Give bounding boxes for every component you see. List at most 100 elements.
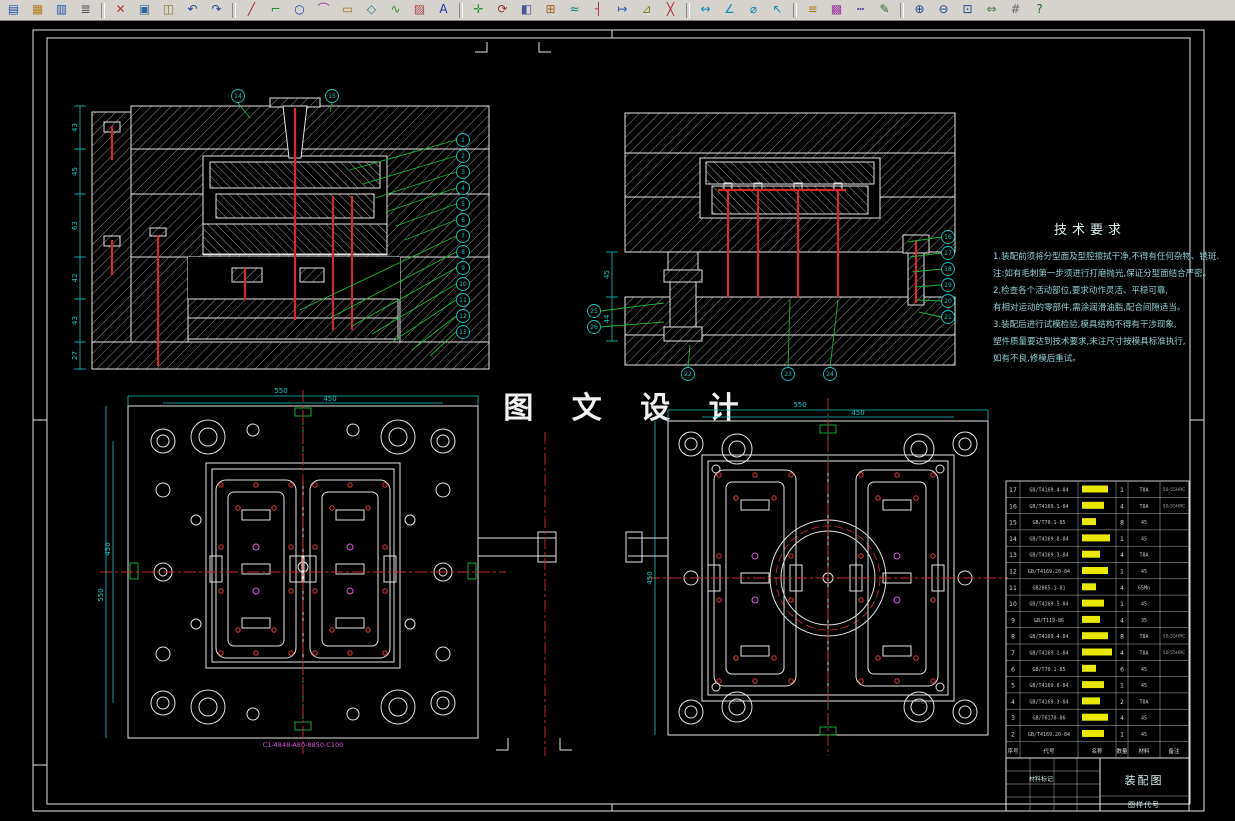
plate-hole xyxy=(935,464,945,474)
ejector-hole xyxy=(858,597,864,603)
save-icon[interactable]: ▥ xyxy=(50,0,73,20)
ejector-hole xyxy=(930,472,936,478)
move-icon[interactable]: ✛ xyxy=(467,0,490,20)
help-icon[interactable]: ? xyxy=(1028,0,1051,20)
bom-code: GB/T4169.8-84 xyxy=(1029,536,1068,542)
bom-material: 45 xyxy=(1141,716,1147,722)
dimension-value: 45 xyxy=(71,167,79,176)
dim-linear-icon[interactable]: ↔ xyxy=(694,0,717,20)
hatch-icon[interactable]: ▨ xyxy=(408,0,431,20)
cooling-hole xyxy=(751,552,759,560)
circle-icon[interactable]: ○ xyxy=(288,0,311,20)
part-balloon-number: 3 xyxy=(461,169,465,176)
ejector-hole xyxy=(271,505,277,511)
ejector-hole xyxy=(218,544,224,550)
bom-qty: 1 xyxy=(1120,536,1124,543)
toolbar-separator xyxy=(793,2,797,18)
ejector-hole xyxy=(875,655,881,661)
ejector-hole xyxy=(347,650,353,656)
paste-icon[interactable]: ◫ xyxy=(157,0,180,20)
part-balloon-number: 9 xyxy=(461,265,465,272)
cavity-outline xyxy=(740,645,770,657)
undo-icon[interactable]: ↶ xyxy=(181,0,204,20)
zoom-window-icon[interactable]: ⊡ xyxy=(956,0,979,20)
ejector-hole xyxy=(329,505,335,511)
zoom-out-icon[interactable]: ⊖ xyxy=(932,0,955,20)
arc-icon[interactable]: ⌒ xyxy=(312,0,335,20)
cavity-outline xyxy=(241,563,271,575)
mirror-icon[interactable]: ◧ xyxy=(515,0,538,20)
plate-hole xyxy=(346,707,360,721)
ejector-hole xyxy=(733,495,739,501)
erase-icon[interactable]: ╳ xyxy=(659,0,682,20)
bom-seq: 8 xyxy=(1011,634,1015,641)
bom-code: GB/T4169.3-84 xyxy=(1029,699,1068,705)
color-icon[interactable]: ▩ xyxy=(825,0,848,20)
trim-icon[interactable]: ┤ xyxy=(587,0,610,20)
bom-qty: 6 xyxy=(1120,666,1124,673)
plate-hole xyxy=(684,705,698,719)
bom-remark: 50-55HRC xyxy=(1163,650,1186,656)
dim-450: 450 xyxy=(851,409,864,417)
dim-radius-icon[interactable]: ⌀ xyxy=(742,0,765,20)
text-icon[interactable]: A xyxy=(432,0,455,20)
dimension-value: 63 xyxy=(71,221,79,230)
plate-hole xyxy=(958,705,972,719)
extend-icon[interactable]: ↦ xyxy=(611,0,634,20)
open-icon[interactable]: ▦ xyxy=(26,0,49,20)
plate-hole xyxy=(435,646,451,662)
linetype-icon[interactable]: ┅ xyxy=(849,0,872,20)
ejector-hole xyxy=(875,495,881,501)
plate-hole xyxy=(721,433,753,465)
ejector-hole xyxy=(288,588,294,594)
tech-requirement-line: 塑件质量要达到技术要求,未注尺寸按模具标准执行, xyxy=(993,336,1185,347)
plate-hole xyxy=(388,427,408,447)
bom-part-mark xyxy=(1082,501,1104,509)
bom-material: 45 xyxy=(1141,536,1147,542)
bom-seq: 16 xyxy=(1009,503,1017,510)
ejector-hole xyxy=(218,482,224,488)
properties-icon[interactable]: ✎ xyxy=(873,0,896,20)
plate-hole xyxy=(346,423,360,437)
bom-material: T8A xyxy=(1139,553,1148,559)
dim-550: 550 xyxy=(793,401,806,409)
rotate-icon[interactable]: ⟳ xyxy=(491,0,514,20)
bom-material: T8A xyxy=(1139,504,1148,510)
rectangle-icon[interactable]: ▭ xyxy=(336,0,359,20)
layers-icon[interactable]: ≡ xyxy=(801,0,824,20)
cut-icon[interactable]: ✕ xyxy=(109,0,132,20)
print-icon[interactable]: ≣ xyxy=(74,0,97,20)
drawing-canvas[interactable]: 1234567891011121314 15 434563424327 1617… xyxy=(0,0,1235,821)
polyline-icon[interactable]: ⌐ xyxy=(264,0,287,20)
bom-header: 材料 xyxy=(1138,747,1150,755)
pan-icon[interactable]: ⇔ xyxy=(980,0,1003,20)
ejector-hole xyxy=(716,472,722,478)
bom-seq: 10 xyxy=(1009,601,1017,608)
plate-hole xyxy=(935,682,945,692)
bom-part-mark xyxy=(1082,664,1096,672)
leader-icon[interactable]: ↖ xyxy=(766,0,789,20)
bom-qty: 4 xyxy=(1120,650,1124,657)
part-balloon-number: 1 xyxy=(461,137,465,144)
copy-icon[interactable]: ▣ xyxy=(133,0,156,20)
line-icon[interactable]: ╱ xyxy=(240,0,263,20)
cooling-hole xyxy=(751,596,759,604)
measure-icon[interactable]: # xyxy=(1004,0,1027,20)
ejector-hole xyxy=(788,597,794,603)
redo-icon[interactable]: ↷ xyxy=(205,0,228,20)
part-balloon-number: 5 xyxy=(461,201,465,208)
dimension-chain: 45 44 xyxy=(603,251,618,342)
ejector-hole xyxy=(716,597,722,603)
fillet-icon[interactable]: ⊿ xyxy=(635,0,658,20)
dim-angular-icon[interactable]: ∠ xyxy=(718,0,741,20)
bom-qty: 1 xyxy=(1120,569,1124,576)
offset-icon[interactable]: ≈ xyxy=(563,0,586,20)
bom-code: GB/T4169.8-84 xyxy=(1029,683,1068,689)
new-icon[interactable]: ▤ xyxy=(2,0,25,20)
bom-qty: 4 xyxy=(1120,617,1124,624)
polygon-icon[interactable]: ◇ xyxy=(360,0,383,20)
ejector-hole xyxy=(752,678,758,684)
array-icon[interactable]: ⊞ xyxy=(539,0,562,20)
zoom-in-icon[interactable]: ⊕ xyxy=(908,0,931,20)
spline-icon[interactable]: ∿ xyxy=(384,0,407,20)
